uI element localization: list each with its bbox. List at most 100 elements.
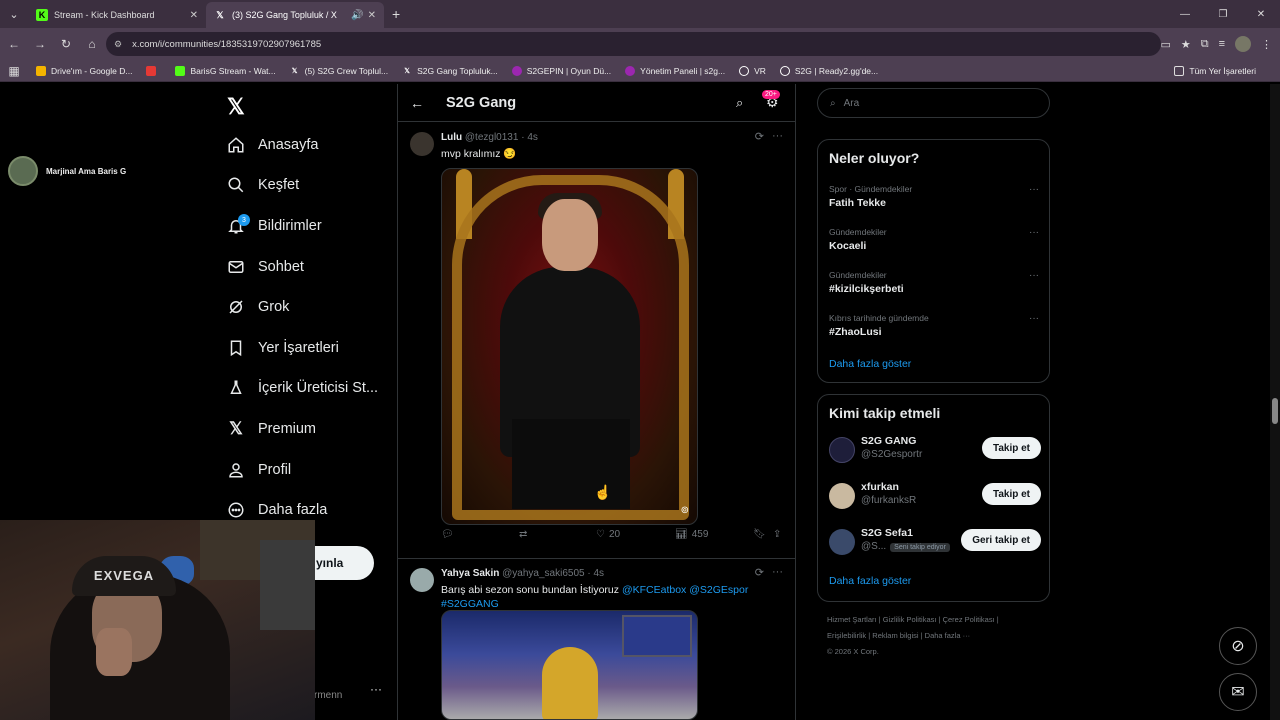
more-icon[interactable]: ··· bbox=[1029, 313, 1039, 324]
more-icon[interactable]: ··· bbox=[772, 130, 783, 143]
sidebar-item-messages[interactable]: Sohbet bbox=[226, 254, 304, 280]
reply-icon[interactable]: 💬︎ bbox=[441, 529, 454, 540]
bookmark-item[interactable]: VR bbox=[739, 65, 766, 76]
grok-icon[interactable]: ⟳ bbox=[755, 130, 764, 143]
follow-button[interactable]: Takip et bbox=[981, 437, 1041, 459]
search-input[interactable]: ⌕ Ara bbox=[817, 88, 1050, 118]
sidebar-item-grok[interactable]: Grok bbox=[226, 294, 289, 320]
close-tab-icon[interactable]: ✕ bbox=[190, 10, 198, 21]
tab-search-icon[interactable]: ⌄ bbox=[0, 0, 28, 28]
speaker-icon[interactable]: 🔊 bbox=[351, 10, 363, 21]
mention-links[interactable]: @KFCEatbox @S2GEspor bbox=[622, 584, 748, 596]
account-handle[interactable]: rmenn bbox=[314, 690, 342, 701]
new-tab-button[interactable]: + bbox=[392, 6, 400, 22]
bookmark-icon[interactable]: 🔖︎ bbox=[753, 529, 766, 540]
maximize-button[interactable]: ❐ bbox=[1204, 0, 1242, 28]
extensions-icon[interactable]: ⧉ bbox=[1201, 38, 1209, 51]
close-window-button[interactable]: ✕ bbox=[1242, 0, 1280, 28]
sidebar-item-home[interactable]: Anasayfa bbox=[226, 132, 318, 158]
post-button[interactable]: yınla bbox=[314, 546, 374, 580]
x-logo-icon[interactable]: 𝕏 bbox=[227, 94, 245, 120]
follow-suggestion[interactable]: S2G GANG @S2Gesportr Takip et bbox=[829, 433, 1041, 467]
bookmark-item[interactable]: S2G | Ready2.gg'de... bbox=[779, 65, 878, 76]
back-button[interactable]: ← bbox=[2, 32, 26, 56]
bookmark-item[interactable]: BarisG Stream - Wat... bbox=[175, 65, 276, 76]
forward-button[interactable]: → bbox=[28, 32, 52, 56]
home-button[interactable]: ⌂ bbox=[80, 32, 104, 56]
address-bar[interactable]: ⚙ x.com/i/communities/183531970290796178… bbox=[106, 32, 1161, 56]
media-icon[interactable]: ≡ bbox=[1219, 38, 1225, 50]
avatar[interactable] bbox=[829, 437, 855, 463]
more-icon[interactable]: ··· bbox=[1029, 270, 1039, 281]
messages-fab-icon[interactable]: ✉ bbox=[1219, 673, 1257, 711]
show-more-link[interactable]: Daha fazla göster bbox=[829, 358, 911, 370]
show-more-link[interactable]: Daha fazla göster bbox=[829, 575, 911, 587]
hashtag-link[interactable]: #S2GGANG bbox=[441, 598, 499, 610]
sidebar-item-notifications[interactable]: 3 Bildirimler bbox=[226, 213, 322, 239]
image-tool-icon[interactable]: ⊚ bbox=[681, 505, 689, 516]
bookmark-item[interactable]: 𝕏 (5) S2G Crew Toplul... bbox=[290, 66, 388, 76]
repost-icon[interactable]: ⇄ bbox=[519, 529, 527, 540]
sidebar-item-profile[interactable]: Profil bbox=[226, 457, 291, 483]
avatar[interactable] bbox=[410, 132, 434, 156]
trend-item[interactable]: Gündemdekiler #kizilcikşerbeti ··· bbox=[829, 270, 1039, 295]
browser-tab-active[interactable]: 𝕏 (3) S2G Gang Topluluk / X 🔊 ✕ bbox=[206, 2, 384, 28]
author-handle[interactable]: @tezgl0131 bbox=[465, 132, 519, 143]
views-button[interactable]: 📊︎ 459 bbox=[675, 529, 708, 540]
apps-icon[interactable]: ▦ bbox=[2, 59, 26, 83]
page-scrollbar[interactable] bbox=[1270, 84, 1280, 720]
post-text: Barış abi sezon sonu bundan İstiyoruz @K… bbox=[441, 584, 749, 610]
follow-suggestion[interactable]: S2G Sefa1 @S... Seni takip ediyor Geri ta… bbox=[829, 525, 1041, 559]
minimize-button[interactable]: — bbox=[1166, 0, 1204, 28]
reload-button[interactable]: ↻ bbox=[54, 32, 78, 56]
more-icon[interactable]: ··· bbox=[1029, 227, 1039, 238]
account-more-icon[interactable]: ··· bbox=[370, 682, 382, 696]
browser-menu-icon[interactable]: ⋮ bbox=[1261, 38, 1272, 51]
avatar[interactable] bbox=[829, 529, 855, 555]
bookmark-item[interactable]: Yönetim Paneli | s2g... bbox=[625, 65, 725, 76]
author-name[interactable]: Lulu bbox=[441, 132, 462, 143]
bookmark-item[interactable]: Drive'ım - Google D... bbox=[36, 65, 132, 76]
sidebar-item-creator-studio[interactable]: İçerik Üreticisi St... bbox=[226, 375, 378, 401]
more-icon[interactable]: ··· bbox=[772, 566, 783, 579]
streamer-chip: Marjinal Ama Baris G bbox=[8, 156, 126, 186]
bookmark-item[interactable]: S2GEPIN | Oyun Dü... bbox=[511, 65, 611, 76]
like-button[interactable]: ♡ 20 bbox=[596, 529, 620, 540]
post[interactable]: Yahya Sakin @yahya_saki6505 · 4s ⟳ ··· Ba… bbox=[398, 558, 795, 720]
trend-item[interactable]: Spor · Gündemdekiler Fatih Tekke ··· bbox=[829, 184, 1039, 209]
post-time[interactable]: 4s bbox=[593, 568, 604, 579]
follow-back-button[interactable]: Geri takip et bbox=[961, 529, 1041, 551]
back-arrow-icon[interactable]: ← bbox=[410, 95, 424, 111]
grok-icon[interactable]: ⟳ bbox=[755, 566, 764, 579]
author-name[interactable]: Yahya Sakin bbox=[441, 568, 499, 579]
sidebar-item-premium[interactable]: 𝕏 Premium bbox=[226, 416, 316, 442]
post-image[interactable]: ⊚ bbox=[441, 168, 698, 525]
search-icon[interactable]: ⌕ bbox=[736, 95, 743, 111]
site-info-icon[interactable]: ⚙ bbox=[114, 39, 122, 50]
bookmark-item[interactable]: 𝕏 S2G Gang Topluluk... bbox=[402, 66, 497, 76]
sidebar-item-explore[interactable]: Keşfet bbox=[226, 172, 299, 198]
share-icon[interactable]: ⇪ bbox=[773, 529, 781, 540]
follow-button[interactable]: Takip et bbox=[981, 483, 1041, 505]
trend-item[interactable]: Kıbrıs tarihinde gündemde #ZhaoLusi ··· bbox=[829, 313, 1039, 338]
scrollbar-thumb[interactable] bbox=[1272, 398, 1278, 424]
sidebar-item-bookmarks[interactable]: Yer İşaretleri bbox=[226, 335, 339, 361]
avatar[interactable] bbox=[410, 568, 434, 592]
author-handle[interactable]: @yahya_saki6505 bbox=[502, 568, 584, 579]
post-time[interactable]: 4s bbox=[527, 132, 538, 143]
browser-tab[interactable]: K Stream - Kick Dashboard ✕ bbox=[28, 2, 206, 28]
trend-item[interactable]: Gündemdekiler Kocaeli ··· bbox=[829, 227, 1039, 252]
grok-fab-icon[interactable]: ⊘ bbox=[1219, 627, 1257, 665]
more-icon[interactable]: ··· bbox=[1029, 184, 1039, 195]
bookmark-item[interactable] bbox=[146, 65, 161, 76]
follow-suggestion[interactable]: xfurkan @furkanksR Takip et bbox=[829, 479, 1041, 513]
bookmark-star-icon[interactable]: ★ bbox=[1181, 38, 1191, 51]
cast-icon[interactable]: ▭ bbox=[1160, 38, 1170, 51]
post-image[interactable] bbox=[441, 610, 698, 720]
search-icon bbox=[226, 175, 246, 195]
profile-avatar[interactable] bbox=[1235, 36, 1251, 52]
url-text: x.com/i/communities/1835319702907961785 bbox=[132, 38, 322, 50]
all-bookmarks[interactable]: Tüm Yer İşaretleri bbox=[1174, 65, 1256, 76]
close-tab-icon[interactable]: ✕ bbox=[368, 10, 376, 21]
avatar[interactable] bbox=[829, 483, 855, 509]
